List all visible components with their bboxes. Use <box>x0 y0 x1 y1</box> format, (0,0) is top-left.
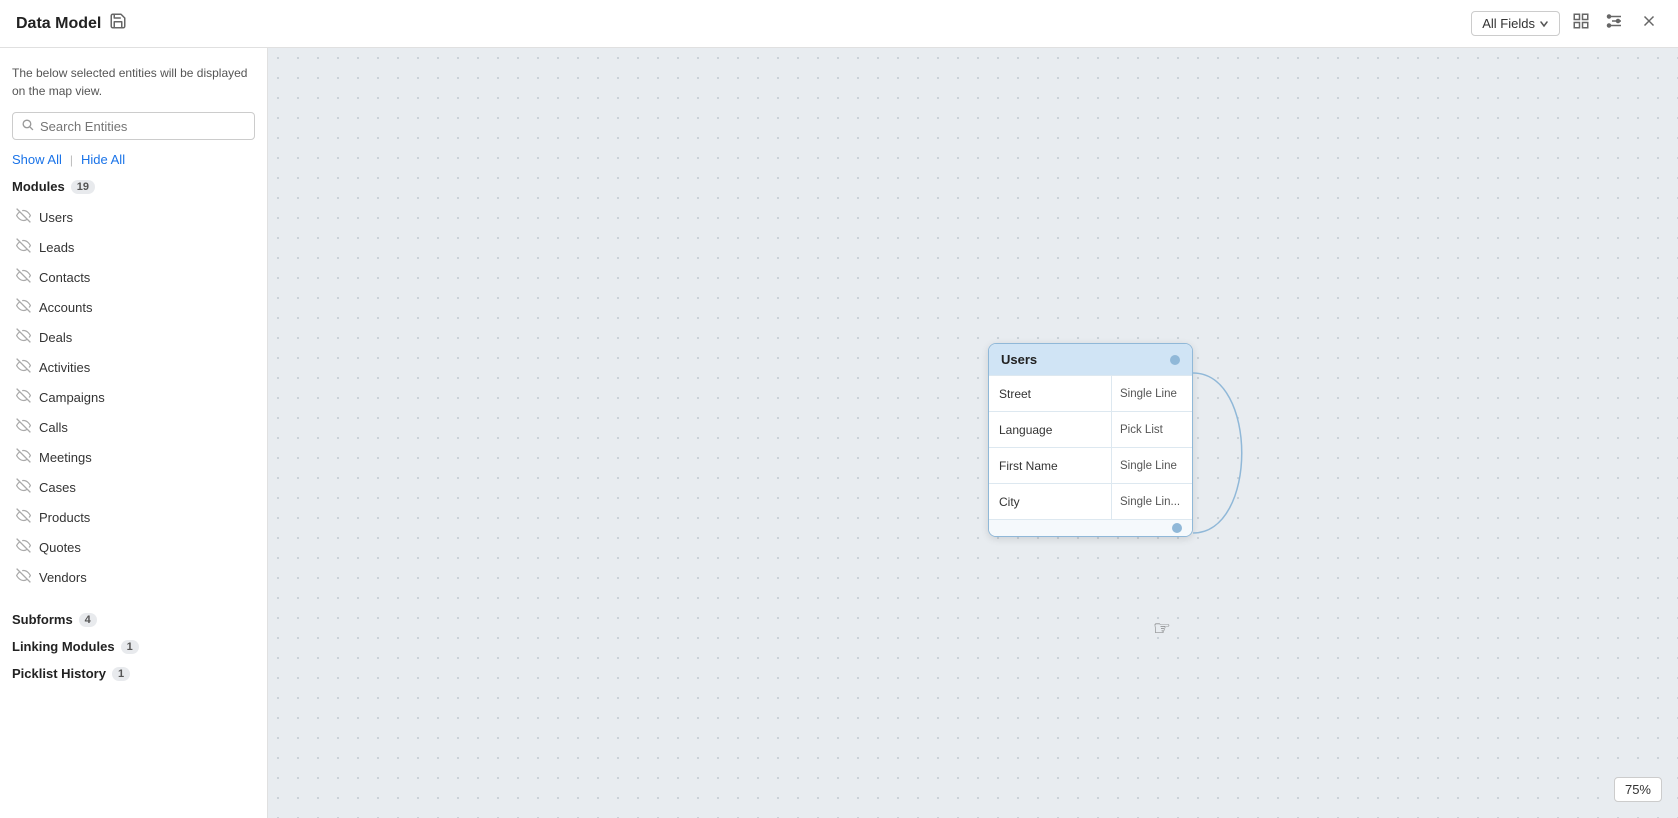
module-label: Activities <box>39 360 90 375</box>
module-item-quotes[interactable]: Quotes <box>12 532 255 562</box>
picklist-history-count-badge: 1 <box>112 667 130 681</box>
self-relation-arc <box>1188 353 1268 553</box>
cursor-icon: ☞ <box>1153 616 1171 641</box>
module-item-activities[interactable]: Activities <box>12 352 255 382</box>
module-item-campaigns[interactable]: Campaigns <box>12 382 255 412</box>
modules-count-badge: 19 <box>71 180 95 194</box>
eye-slash-icon <box>16 388 31 406</box>
modules-section-header: Modules 19 <box>12 179 255 194</box>
module-item-leads[interactable]: Leads <box>12 232 255 262</box>
field-name: Language <box>989 412 1112 447</box>
module-label: Vendors <box>39 570 87 585</box>
eye-slash-icon <box>16 538 31 556</box>
card-title: Users <box>1001 352 1037 367</box>
eye-slash-icon <box>16 358 31 376</box>
subforms-section-header: Subforms 4 <box>12 612 255 627</box>
module-item-deals[interactable]: Deals <box>12 322 255 352</box>
close-icon-button[interactable] <box>1636 8 1662 39</box>
zoom-badge: 75% <box>1614 777 1662 802</box>
header: Data Model All Fields <box>0 0 1678 48</box>
eye-slash-icon <box>16 418 31 436</box>
show-all-link[interactable]: Show All <box>12 152 62 167</box>
linking-modules-count-badge: 1 <box>121 640 139 654</box>
all-fields-button[interactable]: All Fields <box>1471 11 1560 36</box>
settings-icon-button[interactable] <box>1602 8 1628 39</box>
eye-slash-icon <box>16 508 31 526</box>
module-label: Quotes <box>39 540 81 555</box>
table-row: City Single Lin... <box>989 483 1192 519</box>
card-header: Users <box>989 344 1192 375</box>
module-label: Leads <box>39 240 74 255</box>
module-label: Campaigns <box>39 390 105 405</box>
field-type: Pick List <box>1112 412 1192 447</box>
module-list: Users Leads Contacts Accounts <box>12 202 255 592</box>
table-row: First Name Single Line <box>989 447 1192 483</box>
module-label: Products <box>39 510 90 525</box>
eye-slash-icon <box>16 478 31 496</box>
eye-slash-icon <box>16 298 31 316</box>
linking-modules-section-header: Linking Modules 1 <box>12 639 255 654</box>
module-item-accounts[interactable]: Accounts <box>12 292 255 322</box>
field-type: Single Lin... <box>1112 484 1192 519</box>
page-title: Data Model <box>16 15 101 33</box>
field-type: Single Line <box>1112 448 1192 483</box>
module-item-cases[interactable]: Cases <box>12 472 255 502</box>
header-left: Data Model <box>16 12 127 35</box>
module-label: Cases <box>39 480 76 495</box>
sidebar: The below selected entities will be disp… <box>0 48 268 818</box>
table-row: Language Pick List <box>989 411 1192 447</box>
eye-slash-icon <box>16 448 31 466</box>
eye-slash-icon <box>16 568 31 586</box>
card-footer <box>989 519 1192 536</box>
module-label: Meetings <box>39 450 92 465</box>
subforms-count-badge: 4 <box>79 613 97 627</box>
sidebar-description: The below selected entities will be disp… <box>12 64 255 100</box>
picklist-history-section-header: Picklist History 1 <box>12 666 255 681</box>
module-label: Users <box>39 210 73 225</box>
eye-slash-icon <box>16 328 31 346</box>
module-item-vendors[interactable]: Vendors <box>12 562 255 592</box>
module-label: Accounts <box>39 300 92 315</box>
module-item-meetings[interactable]: Meetings <box>12 442 255 472</box>
table-row: Street Single Line <box>989 375 1192 411</box>
hide-all-link[interactable]: Hide All <box>81 152 125 167</box>
field-name: City <box>989 484 1112 519</box>
eye-slash-icon <box>16 268 31 286</box>
header-right: All Fields <box>1471 8 1662 39</box>
search-box[interactable] <box>12 112 255 140</box>
module-label: Calls <box>39 420 68 435</box>
save-icon[interactable] <box>109 12 127 35</box>
field-type: Single Line <box>1112 376 1192 411</box>
show-hide-row: Show All | Hide All <box>12 152 255 167</box>
module-label: Contacts <box>39 270 90 285</box>
module-item-contacts[interactable]: Contacts <box>12 262 255 292</box>
module-item-users[interactable]: Users <box>12 202 255 232</box>
module-item-calls[interactable]: Calls <box>12 412 255 442</box>
card-connector-bottom <box>1172 523 1182 533</box>
layout-icon-button[interactable] <box>1568 8 1594 39</box>
users-card[interactable]: Users Street Single Line Language Pick L… <box>988 343 1193 537</box>
canvas[interactable]: Users Street Single Line Language Pick L… <box>268 48 1678 818</box>
card-connector-right <box>1170 355 1180 365</box>
eye-slash-icon <box>16 208 31 226</box>
field-name: Street <box>989 376 1112 411</box>
module-item-products[interactable]: Products <box>12 502 255 532</box>
eye-slash-icon <box>16 238 31 256</box>
search-icon <box>21 118 34 134</box>
search-input[interactable] <box>40 119 246 134</box>
field-name: First Name <box>989 448 1112 483</box>
main-layout: The below selected entities will be disp… <box>0 48 1678 818</box>
module-label: Deals <box>39 330 72 345</box>
